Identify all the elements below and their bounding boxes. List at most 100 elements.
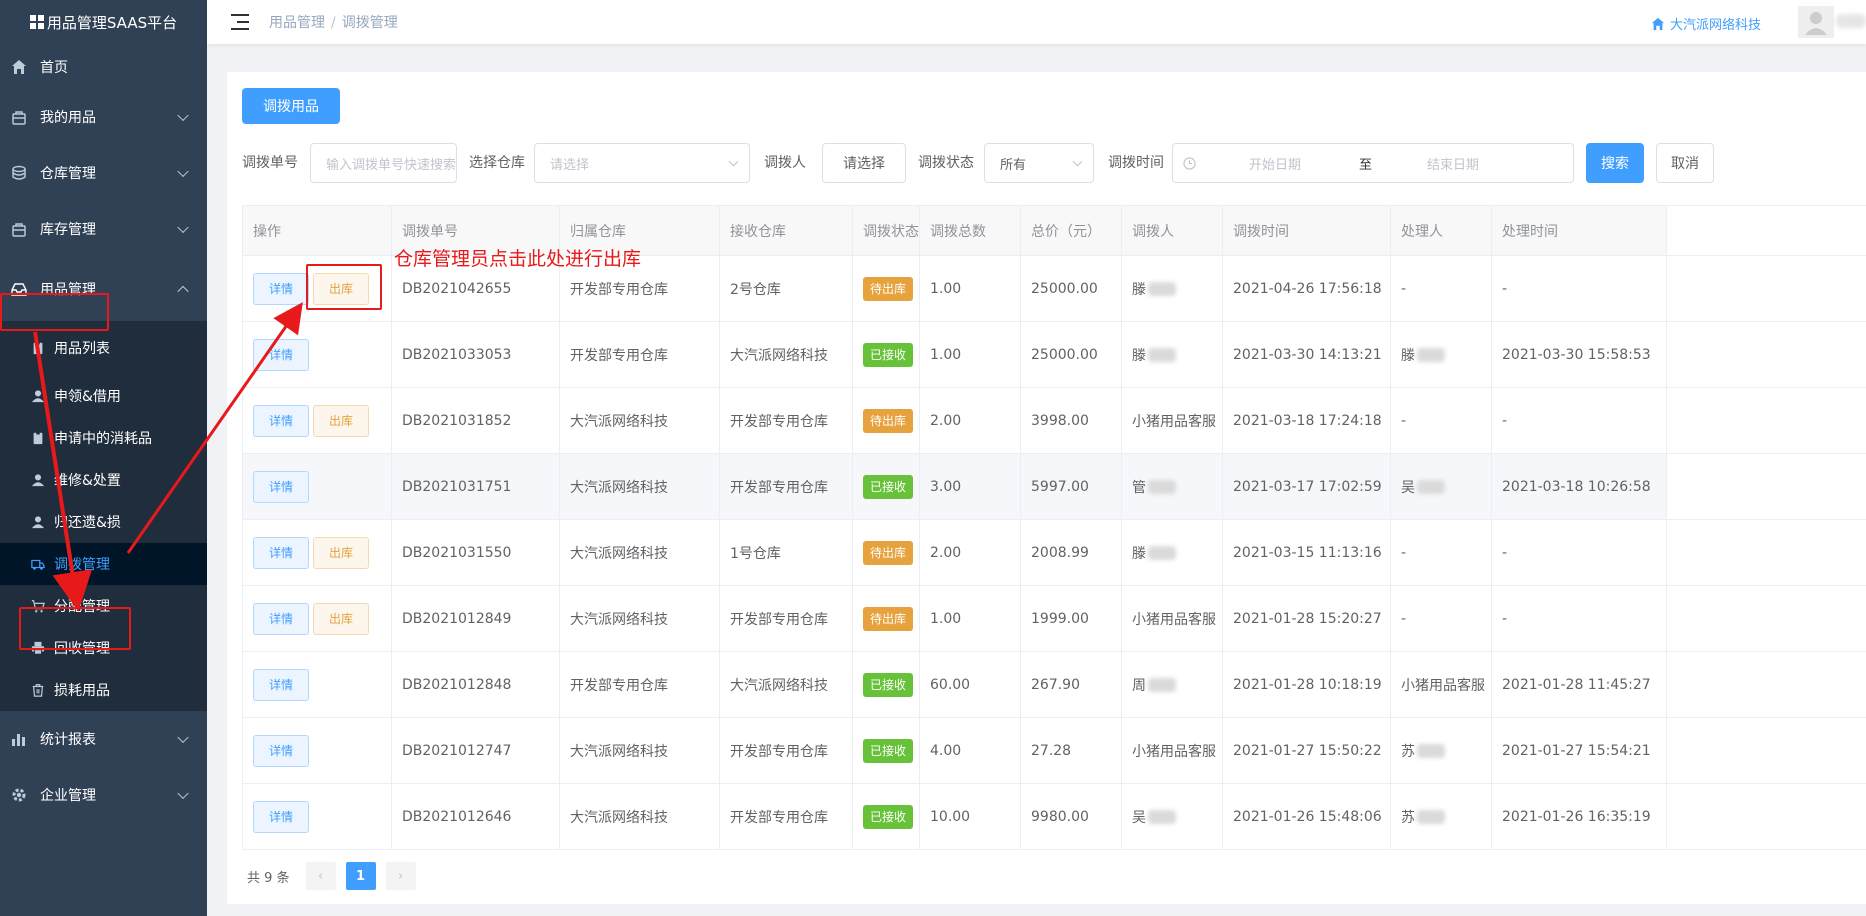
cell: 已接收 <box>853 652 920 717</box>
end-date-input[interactable]: 结束日期 <box>1427 154 1479 173</box>
blurred-name <box>1148 347 1176 362</box>
cell: 吴 <box>1391 454 1492 519</box>
next-page-button[interactable]: › <box>385 862 416 890</box>
company-link[interactable]: 大汽派网络科技 <box>1651 14 1761 33</box>
submenu-item-4[interactable]: 归还遗&损 <box>0 501 207 543</box>
column-header: 总价（元） <box>1021 206 1122 255</box>
status-select[interactable]: 所有 <box>984 143 1094 183</box>
cell: 2021-03-18 10:26:58 <box>1492 454 1667 519</box>
status-badge: 待出库 <box>863 408 914 433</box>
cell: 大汽派网络科技 <box>720 322 853 387</box>
actions-cell: 详情 出库 <box>243 586 392 651</box>
cell: - <box>1492 586 1667 651</box>
user-avatar-icon <box>1805 12 1827 35</box>
cell-qty: 1.00 <box>930 346 962 363</box>
out-stock-button[interactable]: 出库 <box>313 404 369 437</box>
submenu-goods: 用品列表 申领&借用 申请中的消耗品 维修&处置 归还遗&损 调拨管理 分配管理 回收管理 损耗… <box>0 321 207 711</box>
page-1-button[interactable]: 1 <box>345 862 376 890</box>
cell: 滕 <box>1122 322 1223 387</box>
logo-grid-icon <box>29 15 44 29</box>
cancel-button[interactable]: 取消 <box>1656 143 1714 183</box>
cell-to: 开发部专用仓库 <box>730 611 828 628</box>
start-date-input[interactable]: 开始日期 <box>1249 154 1301 173</box>
cell: 2021-03-15 11:13:16 <box>1223 520 1391 585</box>
cell-no: DB2021042655 <box>402 280 512 297</box>
person-label: 调拨人 <box>764 155 806 171</box>
person-select-button[interactable]: 请选择 <box>822 143 906 183</box>
cell: 2号仓库 <box>720 256 853 321</box>
breadcrumb-item[interactable]: 用品管理 <box>269 15 325 31</box>
bag-icon <box>12 111 26 125</box>
date-range-picker[interactable]: 开始日期 至 结束日期 <box>1172 143 1574 183</box>
cell-to: 开发部专用仓库 <box>730 479 828 496</box>
hamburger-icon[interactable] <box>231 14 253 30</box>
username-blurred[interactable] <box>1836 14 1866 28</box>
submenu-item-label: 申请中的消耗品 <box>54 431 152 447</box>
person-name: 周 <box>1132 677 1146 694</box>
warehouse-select[interactable]: 请选择 <box>534 143 750 183</box>
cell: DB2021031852 <box>392 388 560 453</box>
sidebar-item-label: 库存管理 <box>40 222 96 238</box>
cell: 2021-04-26 17:56:18 <box>1223 256 1391 321</box>
detail-button[interactable]: 详情 <box>253 470 309 503</box>
column-header: 调拨状态 <box>853 206 920 255</box>
time-label: 调拨时间 <box>1108 155 1164 171</box>
sidebar-item-label: 企业管理 <box>40 788 96 804</box>
sidebar-item-label: 首页 <box>40 59 68 76</box>
cell-handled: 2021-01-27 15:54:21 <box>1502 742 1651 759</box>
actions-cell: 详情 <box>243 322 392 387</box>
detail-button[interactable]: 详情 <box>253 734 309 767</box>
status-badge: 已接收 <box>863 804 914 829</box>
submenu-item-3[interactable]: 维修&处置 <box>0 459 207 501</box>
submenu-item-1[interactable]: 申领&借用 <box>0 375 207 417</box>
cell-qty: 1.00 <box>930 280 962 297</box>
submenu-item-2[interactable]: 申请中的消耗品 <box>0 417 207 459</box>
cell-person: 小猪用品客服 <box>1132 611 1216 628</box>
cell: 2021-01-28 11:45:27 <box>1492 652 1667 717</box>
cell-from: 开发部专用仓库 <box>570 347 668 364</box>
detail-button[interactable]: 详情 <box>253 536 309 569</box>
cell: DB2021012849 <box>392 586 560 651</box>
sidebar-item-1[interactable]: 我的用品 <box>0 89 207 145</box>
cell: 60.00 <box>920 652 1021 717</box>
sidebar-item-bottom-0[interactable]: 统计报表 <box>0 711 207 767</box>
cell: 开发部专用仓库 <box>560 322 720 387</box>
detail-button[interactable]: 详情 <box>253 602 309 635</box>
detail-button[interactable]: 详情 <box>253 668 309 701</box>
submenu-item-8[interactable]: 损耗用品 <box>0 669 207 711</box>
cell-time: 2021-03-17 17:02:59 <box>1233 478 1382 495</box>
avatar[interactable] <box>1798 6 1834 38</box>
detail-button[interactable]: 详情 <box>253 404 309 437</box>
transfer-goods-button[interactable]: 调拨用品 <box>242 88 340 124</box>
sidebar-item-3[interactable]: 库存管理 <box>0 201 207 257</box>
sidebar-item-bottom-1[interactable]: 企业管理 <box>0 767 207 823</box>
cell: 小猪用品客服 <box>1122 586 1223 651</box>
sidebar-item-2[interactable]: 仓库管理 <box>0 145 207 201</box>
out-stock-button[interactable]: 出库 <box>313 536 369 569</box>
out-stock-button[interactable]: 出库 <box>313 602 369 635</box>
cell: DB2021033053 <box>392 322 560 387</box>
table-row: 详情 出库 DB2021031550 大汽派网络科技 1号仓库 待出库 2.00 2008.9… <box>243 520 1866 586</box>
transfer-table: 操作 调拨单号 归属仓库 接收仓库 调拨状态 调拨总数 总价（元） 调拨人 调拨时间 处理人 处理时… <box>242 205 1866 850</box>
status-badge: 已接收 <box>863 342 914 367</box>
submenu-item-5[interactable]: 调拨管理 <box>0 543 207 585</box>
warehouse-select-placeholder: 请选择 <box>550 157 590 173</box>
cell: 大汽派网络科技 <box>560 520 720 585</box>
app-logo[interactable]: 用品管理SAAS平台 <box>0 0 207 44</box>
cell: 大汽派网络科技 <box>560 718 720 783</box>
sidebar-item-0[interactable]: 首页 <box>0 44 207 89</box>
detail-button[interactable]: 详情 <box>253 800 309 833</box>
actions-cell: 详情 <box>243 454 392 519</box>
detail-button[interactable]: 详情 <box>253 338 309 371</box>
table-row: 详情 DB2021012747 大汽派网络科技 开发部专用仓库 已接收 4.00 27.28… <box>243 718 1866 784</box>
prev-page-button[interactable]: ‹ <box>305 862 336 890</box>
cell: 2021-03-17 17:02:59 <box>1223 454 1391 519</box>
cell-handler: 小猪用品客服 <box>1401 677 1485 694</box>
search-button[interactable]: 搜索 <box>1586 143 1644 183</box>
cell: - <box>1391 388 1492 453</box>
cell: - <box>1492 520 1667 585</box>
cell: 25000.00 <box>1021 322 1122 387</box>
order-no-input[interactable]: 输入调拨单号快速搜索 <box>310 143 457 183</box>
cell-handled: - <box>1502 544 1508 561</box>
detail-button[interactable]: 详情 <box>253 272 309 305</box>
